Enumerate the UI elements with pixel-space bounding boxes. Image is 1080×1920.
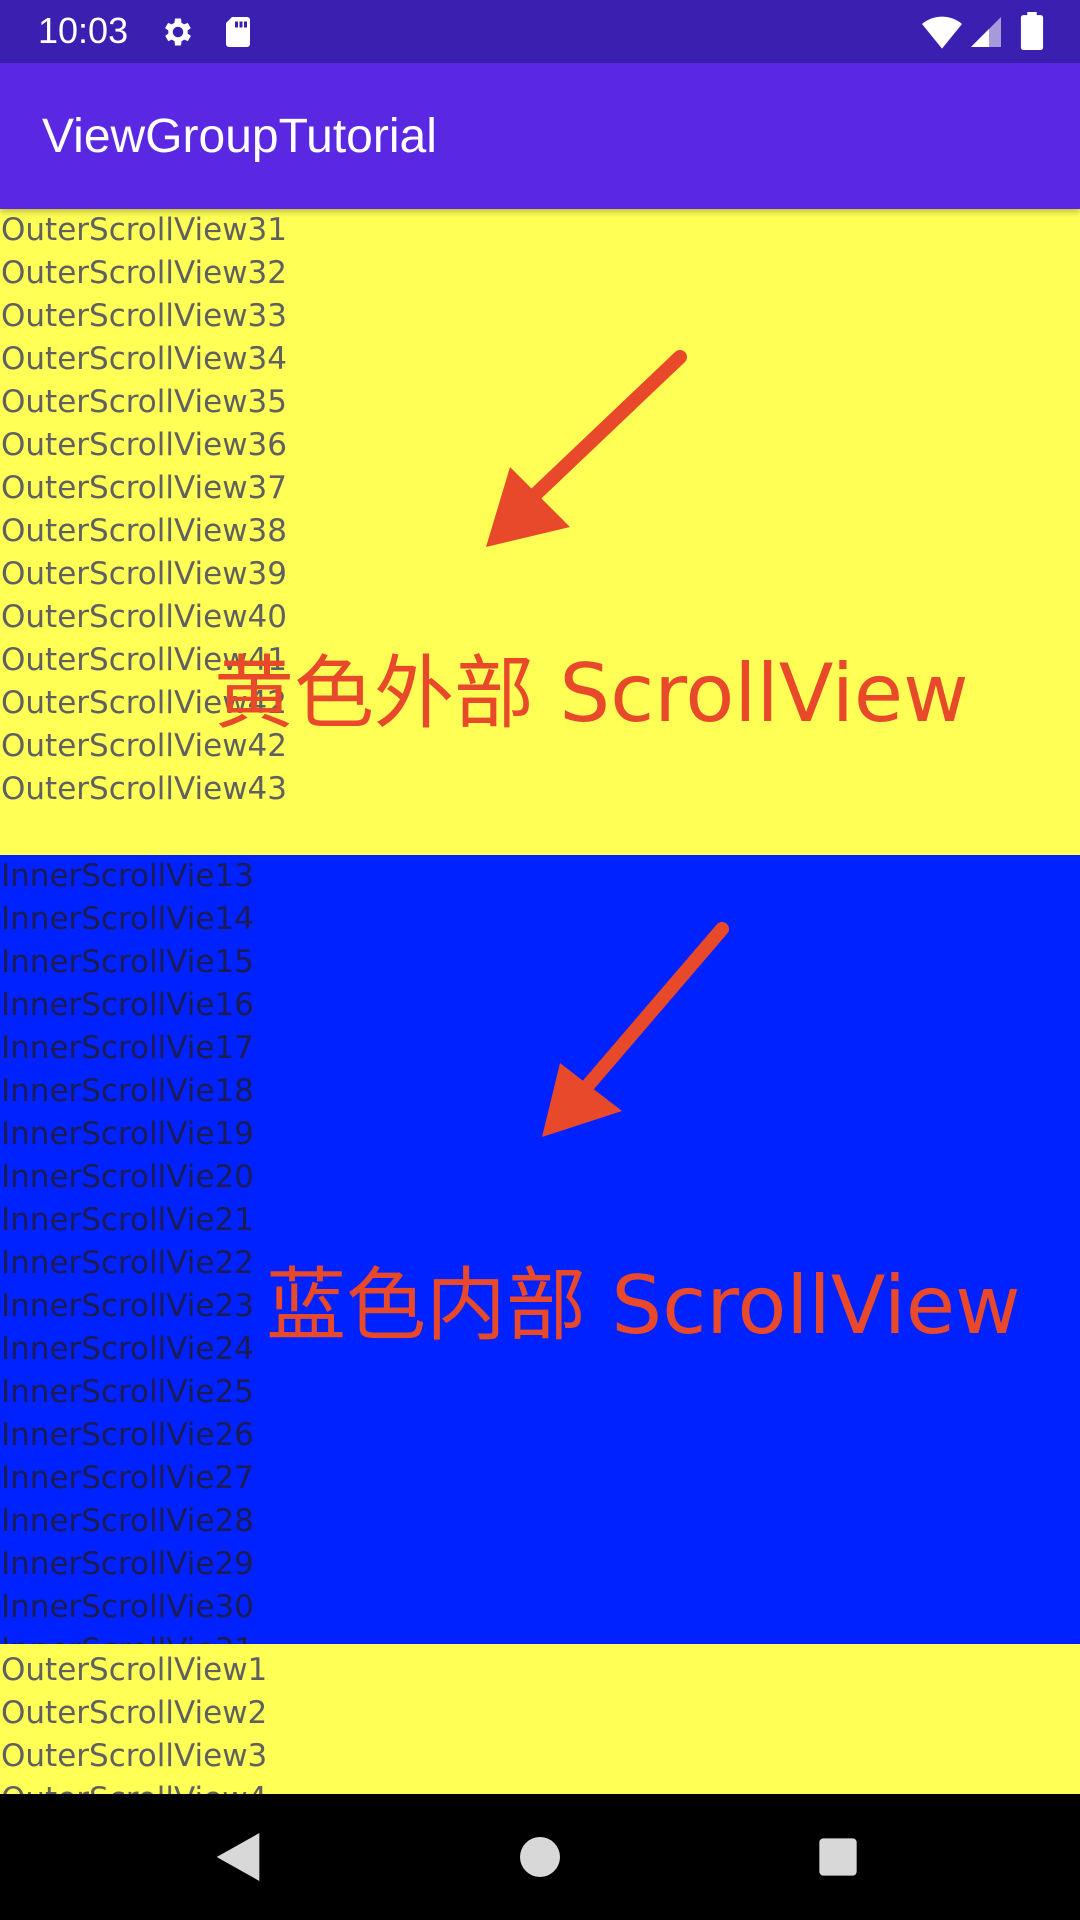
wifi-icon xyxy=(922,16,962,49)
recents-icon[interactable] xyxy=(806,1825,870,1889)
list-item: InnerScrollVie27 xyxy=(1,1460,254,1496)
list-item: OuterScrollView37 xyxy=(1,470,288,506)
list-item: OuterScrollView34 xyxy=(1,341,288,377)
outer-bottom-list: OuterScrollView1 OuterScrollView2 OuterScr… xyxy=(1,1649,267,1794)
list-item: OuterScrollView1 xyxy=(1,1652,268,1688)
list-item: OuterScrollView2 xyxy=(1,1695,268,1731)
outer-annotation-arrow-icon xyxy=(486,350,687,547)
list-item: InnerScrollVie29 xyxy=(1,1546,254,1582)
outer-scroll-view[interactable]: OuterScrollView31 OuterScrollView32 OuterS… xyxy=(0,209,1080,1794)
list-item: InnerScrollVie28 xyxy=(1,1503,254,1539)
inner-annotation-arrow-icon xyxy=(542,922,729,1137)
list-item: InnerScrollVie20 xyxy=(1,1159,254,1195)
list-item: InnerScrollVie18 xyxy=(1,1073,254,1109)
list-item: InnerScrollVie14 xyxy=(1,901,254,937)
list-item: OuterScrollView3 xyxy=(1,1738,268,1774)
list-item: InnerScrollVie21 xyxy=(1,1202,254,1238)
list-item: InnerScrollVie30 xyxy=(1,1589,254,1625)
list-item: InnerScrollVie25 xyxy=(1,1374,254,1410)
navigation-bar xyxy=(0,1794,1080,1920)
list-item: OuterScrollView36 xyxy=(1,427,288,463)
app-title: ViewGroupTutorial xyxy=(42,110,437,163)
inner-list: InnerScrollVie13 InnerScrollVie14 InnerScr… xyxy=(1,855,254,1644)
inner-annotation-label: 蓝色内部 ScrollView xyxy=(266,1259,1021,1352)
outer-annotation-label: 黄色外部 ScrollView xyxy=(214,647,969,740)
list-item: InnerScrollVie16 xyxy=(1,987,254,1023)
list-item: InnerScrollVie24 xyxy=(1,1331,254,1367)
list-item: OuterScrollView35 xyxy=(1,384,288,420)
list-item: OuterScrollView40 xyxy=(1,599,288,635)
back-icon[interactable] xyxy=(206,1825,270,1889)
sd-card-icon xyxy=(226,17,250,47)
list-item: OuterScrollView38 xyxy=(1,513,288,549)
signal-icon xyxy=(971,17,1001,47)
gear-icon xyxy=(165,18,191,46)
battery-icon xyxy=(1020,12,1044,50)
list-item: OuterScrollView33 xyxy=(1,298,288,334)
list-item: InnerScrollVie19 xyxy=(1,1116,254,1152)
list-item: InnerScrollVie17 xyxy=(1,1030,254,1066)
list-item: InnerScrollVie22 xyxy=(1,1245,254,1281)
list-item: InnerScrollVie31 xyxy=(1,1629,254,1644)
outer-scroll-bottom-section: OuterScrollView1 OuterScrollView2 OuterScr… xyxy=(0,1644,1080,1794)
list-item: OuterScrollView32 xyxy=(1,255,288,291)
home-icon[interactable] xyxy=(508,1825,572,1889)
app-bar: ViewGroupTutorial xyxy=(0,63,1080,209)
list-item: OuterScrollView39 xyxy=(1,556,288,592)
list-item: InnerScrollVie15 xyxy=(1,944,254,980)
status-time: 10:03 xyxy=(38,10,129,51)
list-item: InnerScrollVie26 xyxy=(1,1417,254,1453)
list-item: InnerScrollVie23 xyxy=(1,1288,254,1324)
list-item: OuterScrollView31 xyxy=(1,212,288,248)
list-item: InnerScrollVie13 xyxy=(1,858,254,894)
phone-screen: 10:03 ViewGroupTutorial OuterScrollView3… xyxy=(0,0,1080,1920)
list-item: OuterScrollView4 xyxy=(1,1778,267,1794)
status-bar: 10:03 xyxy=(0,0,1080,63)
list-item: OuterScrollView43 xyxy=(1,771,288,807)
